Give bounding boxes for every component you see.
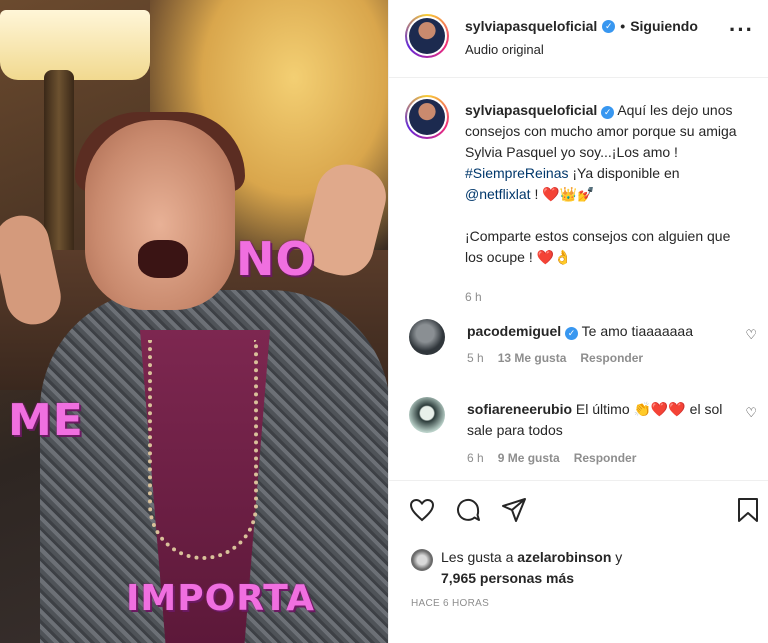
post-header: sylviapasqueloficial ✓ • Siguiendo Audio… <box>389 0 768 78</box>
comment-likes[interactable]: 9 Me gusta <box>498 451 560 465</box>
caption-text: sylviapasqueloficial ✓ Aquí les dejo uno… <box>465 100 745 268</box>
post-side-panel: sylviapasqueloficial ✓ • Siguiendo Audio… <box>388 0 768 643</box>
author-avatar[interactable] <box>405 14 449 58</box>
likes-conj: y <box>611 549 623 565</box>
separator-dot: • <box>620 18 626 34</box>
likes-prefix: Les gusta a <box>441 549 518 565</box>
author-username[interactable]: sylviapasqueloficial <box>465 18 597 34</box>
following-button[interactable]: Siguiendo <box>630 18 698 34</box>
overlay-word-importa: IMPORTA <box>126 578 315 619</box>
commenter-username[interactable]: sofiareneerubio <box>467 401 572 417</box>
verified-badge-icon: ✓ <box>602 19 616 33</box>
comment-meta: 6 h 9 Me gusta Responder <box>467 451 636 465</box>
comment-time[interactable]: 6 h <box>467 451 484 465</box>
heart-icon[interactable] <box>407 495 437 525</box>
post-video[interactable]: NO ME IMPORTA <box>0 0 388 643</box>
lamp-shade <box>0 10 150 80</box>
lamp-base <box>44 70 74 260</box>
likes-count[interactable]: 7,965 personas más <box>441 570 574 586</box>
caption-text-4: ¡Comparte estos consejos con alguien que… <box>465 228 731 265</box>
liker-username[interactable]: azelarobinson <box>517 549 611 565</box>
overlay-word-me: ME <box>8 395 84 446</box>
heart-icon[interactable]: ♡ <box>745 405 757 421</box>
reply-button[interactable]: Responder <box>574 451 637 465</box>
comments-area: sylviapasqueloficial ✓ Aquí les dejo uno… <box>389 79 768 479</box>
post-actions: Les gusta a azelarobinson y 7,965 person… <box>389 480 768 643</box>
caption-time[interactable]: 6 h <box>465 290 482 304</box>
more-icon[interactable]: ··· <box>729 19 754 41</box>
author-line: sylviapasqueloficial ✓ • Siguiendo <box>465 18 698 34</box>
caption-text-2: ¡Ya disponible en <box>568 165 680 181</box>
caption-username[interactable]: sylviapasqueloficial <box>465 102 597 118</box>
comment-text: sofiareneerubio El último 👏❤️❤️ el sol s… <box>467 399 732 441</box>
person-mouth <box>138 240 188 278</box>
bookmark-icon[interactable] <box>733 495 763 525</box>
comment-likes[interactable]: 13 Me gusta <box>498 351 567 365</box>
caption-text-3: ! ❤️👑💅 <box>530 186 595 202</box>
commenter-avatar[interactable] <box>409 397 445 433</box>
mention-link[interactable]: @netflixlat <box>465 186 531 202</box>
liker-avatar[interactable] <box>411 549 433 571</box>
hashtag-link[interactable]: #SiempreReinas <box>465 165 569 181</box>
commenter-username[interactable]: pacodemiguel <box>467 323 561 339</box>
comment-time[interactable]: 5 h <box>467 351 484 365</box>
verified-badge-icon: ✓ <box>565 327 579 340</box>
necklace <box>148 340 258 560</box>
overlay-word-no: NO <box>236 232 316 286</box>
reply-button[interactable]: Responder <box>580 351 643 365</box>
share-icon[interactable] <box>499 495 529 525</box>
comment-body: Te amo tiaaaaaaa <box>581 323 693 339</box>
post-timestamp[interactable]: HACE 6 HORAS <box>411 598 489 609</box>
audio-link[interactable]: Audio original <box>465 42 544 57</box>
commenter-avatar[interactable] <box>409 319 445 355</box>
comment-icon[interactable] <box>453 495 483 525</box>
heart-icon[interactable]: ♡ <box>745 327 757 343</box>
comment-meta: 5 h 13 Me gusta Responder <box>467 351 643 365</box>
person-face <box>85 120 235 310</box>
caption-avatar[interactable] <box>405 95 449 139</box>
verified-badge-icon: ✓ <box>601 106 615 119</box>
comment-text: pacodemiguel ✓ Te amo tiaaaaaaa <box>467 321 732 342</box>
